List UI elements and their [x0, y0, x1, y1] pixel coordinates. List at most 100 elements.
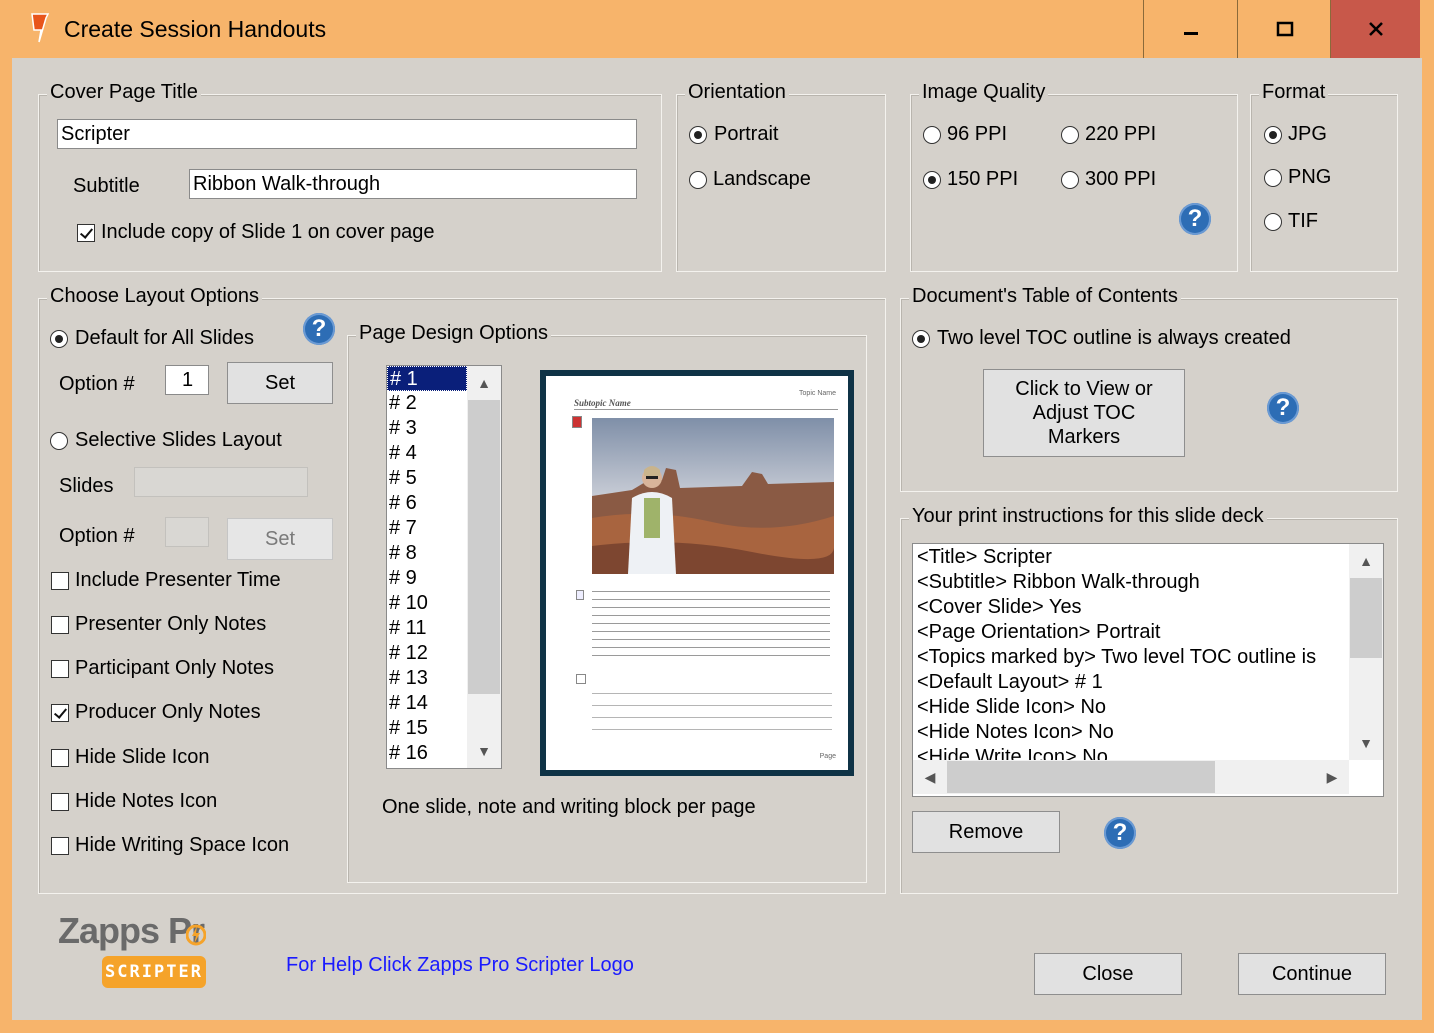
- print-instructions-listbox[interactable]: <Title> Scripter <Subtitle> Ribbon Walk-…: [912, 543, 1384, 797]
- design-option-14[interactable]: # 14: [387, 691, 467, 716]
- instruction-line: <Hide Write Icon> No: [917, 746, 1108, 760]
- instruction-line: <Hide Notes Icon> No: [917, 721, 1114, 743]
- design-option-8[interactable]: # 8: [387, 541, 467, 566]
- scroll-right-icon[interactable]: ▶: [1315, 760, 1349, 794]
- toc-group: Document's Table of Contents Two level T…: [900, 285, 1398, 492]
- selective-slides-label: Selective Slides Layout: [75, 429, 282, 451]
- subtitle-input[interactable]: Ribbon Walk-through: [189, 169, 637, 199]
- window-title: Create Session Handouts: [64, 16, 327, 42]
- design-option-3[interactable]: # 3: [387, 416, 467, 441]
- hide-notes-icon-label: Hide Notes Icon: [75, 790, 218, 812]
- design-option-15[interactable]: # 15: [387, 716, 467, 741]
- landscape-radio[interactable]: [689, 171, 707, 189]
- selective-slides-radio[interactable]: [50, 432, 68, 450]
- logo-wordmark: Zapps Pr: [58, 910, 205, 951]
- ppi-96-radio[interactable]: [923, 126, 941, 144]
- hide-slide-icon-checkbox[interactable]: [51, 749, 69, 767]
- design-option-5[interactable]: # 5: [387, 466, 467, 491]
- tif-radio[interactable]: [1264, 213, 1282, 231]
- view-toc-markers-button[interactable]: Click to View or Adjust TOC Markers: [983, 369, 1185, 457]
- include-presenter-time-checkbox[interactable]: [51, 572, 69, 590]
- close-window-button[interactable]: [1330, 0, 1420, 58]
- design-list-scroll-thumb[interactable]: [468, 400, 500, 694]
- hide-notes-icon-checkbox[interactable]: [51, 793, 69, 811]
- toc-help-icon[interactable]: ?: [1267, 392, 1299, 424]
- cover-title-input[interactable]: Scripter: [57, 119, 637, 149]
- title-bar: Create Session Handouts: [0, 0, 1434, 58]
- layout-options-group: Choose Layout Options Default for All Sl…: [38, 285, 886, 894]
- portrait-radio[interactable]: [689, 126, 707, 144]
- scroll-down-icon[interactable]: ▼: [1349, 726, 1383, 760]
- scroll-up-icon[interactable]: ▲: [1349, 544, 1383, 578]
- design-option-2[interactable]: # 2: [387, 391, 467, 416]
- set-option-button[interactable]: Set: [227, 362, 333, 404]
- toc-button-line-2: Adjust TOC: [1032, 402, 1136, 424]
- design-option-13[interactable]: # 13: [387, 666, 467, 691]
- design-list-scrollbar[interactable]: ▲ ▼: [467, 366, 501, 768]
- preview-notes-text: [592, 586, 830, 656]
- image-quality-help-icon[interactable]: ?: [1179, 203, 1211, 235]
- minimize-icon: [1183, 32, 1198, 35]
- orientation-group: Orientation Portrait Landscape: [676, 81, 886, 272]
- instructions-horizontal-scrollbar[interactable]: ◀ ▶: [913, 760, 1349, 794]
- producer-only-notes-checkbox[interactable]: [51, 704, 69, 722]
- close-button[interactable]: Close: [1034, 953, 1182, 995]
- page-design-legend: Page Design Options: [356, 322, 552, 345]
- close-icon: [1368, 22, 1383, 36]
- option-number-2-input[interactable]: [165, 517, 209, 547]
- layout-options-legend: Choose Layout Options: [47, 285, 263, 308]
- instructions-vertical-thumb[interactable]: [1350, 578, 1382, 658]
- instruction-line: <Default Layout> # 1: [917, 671, 1103, 693]
- maximize-icon: [1276, 21, 1293, 37]
- page-design-listbox[interactable]: # 1 # 2 # 3 # 4 # 5 # 6 # 7 # 8 # 9 # 10…: [386, 365, 502, 769]
- design-option-11[interactable]: # 11: [387, 616, 467, 641]
- continue-button[interactable]: Continue: [1238, 953, 1386, 995]
- design-option-16[interactable]: # 16: [387, 741, 467, 766]
- design-option-7[interactable]: # 7: [387, 516, 467, 541]
- include-slide1-checkbox[interactable]: [77, 224, 95, 242]
- toc-button-line-3: Markers: [1047, 426, 1121, 448]
- instructions-help-icon[interactable]: ?: [1104, 817, 1136, 849]
- jpg-label: JPG: [1288, 123, 1327, 145]
- format-group: Format JPG PNG TIF: [1250, 81, 1398, 272]
- minimize-button[interactable]: [1143, 0, 1237, 58]
- preview-notes-icon: [576, 590, 584, 600]
- jpg-radio[interactable]: [1264, 126, 1282, 144]
- print-instructions-legend: Your print instructions for this slide d…: [909, 505, 1267, 528]
- scroll-down-icon[interactable]: ▼: [467, 734, 501, 768]
- remove-button[interactable]: Remove: [912, 811, 1060, 853]
- producer-only-notes-label: Producer Only Notes: [75, 701, 261, 723]
- preview-slide-photo: [592, 418, 834, 574]
- ppi-300-radio[interactable]: [1061, 171, 1079, 189]
- scroll-up-icon[interactable]: ▲: [467, 366, 501, 400]
- scroll-left-icon[interactable]: ◀: [913, 760, 947, 794]
- hide-writing-space-icon-checkbox[interactable]: [51, 837, 69, 855]
- option-number-input[interactable]: 1: [165, 365, 209, 395]
- ppi-150-radio[interactable]: [923, 171, 941, 189]
- design-option-12[interactable]: # 12: [387, 641, 467, 666]
- toc-two-level-radio[interactable]: [912, 330, 930, 348]
- design-option-1[interactable]: # 1: [387, 366, 467, 391]
- instruction-line: <Topics marked by> Two level TOC outline…: [917, 646, 1317, 668]
- ppi-220-radio[interactable]: [1061, 126, 1079, 144]
- help-link[interactable]: For Help Click Zapps Pro Scripter Logo: [286, 954, 634, 977]
- landscape-label: Landscape: [713, 168, 811, 190]
- toc-button-line-1: Click to View or: [1015, 378, 1153, 400]
- instructions-vertical-scrollbar[interactable]: ▲ ▼: [1349, 544, 1383, 760]
- participant-only-notes-checkbox[interactable]: [51, 660, 69, 678]
- layout-help-icon[interactable]: ?: [303, 313, 335, 345]
- default-all-slides-radio[interactable]: [50, 330, 68, 348]
- slides-input[interactable]: [134, 467, 308, 497]
- design-option-6[interactable]: # 6: [387, 491, 467, 516]
- presenter-only-notes-checkbox[interactable]: [51, 616, 69, 634]
- set-option-2-button[interactable]: Set: [227, 518, 333, 560]
- png-radio[interactable]: [1264, 169, 1282, 187]
- maximize-button[interactable]: [1237, 0, 1331, 58]
- design-option-4[interactable]: # 4: [387, 441, 467, 466]
- preview-page-label: Page: [819, 753, 836, 760]
- instructions-horizontal-thumb[interactable]: [947, 761, 1215, 793]
- design-option-10[interactable]: # 10: [387, 591, 467, 616]
- zapps-pro-scripter-logo[interactable]: Zapps Pr SCRIPTER: [56, 910, 216, 990]
- slides-label: Slides: [59, 475, 114, 497]
- design-option-9[interactable]: # 9: [387, 566, 467, 591]
